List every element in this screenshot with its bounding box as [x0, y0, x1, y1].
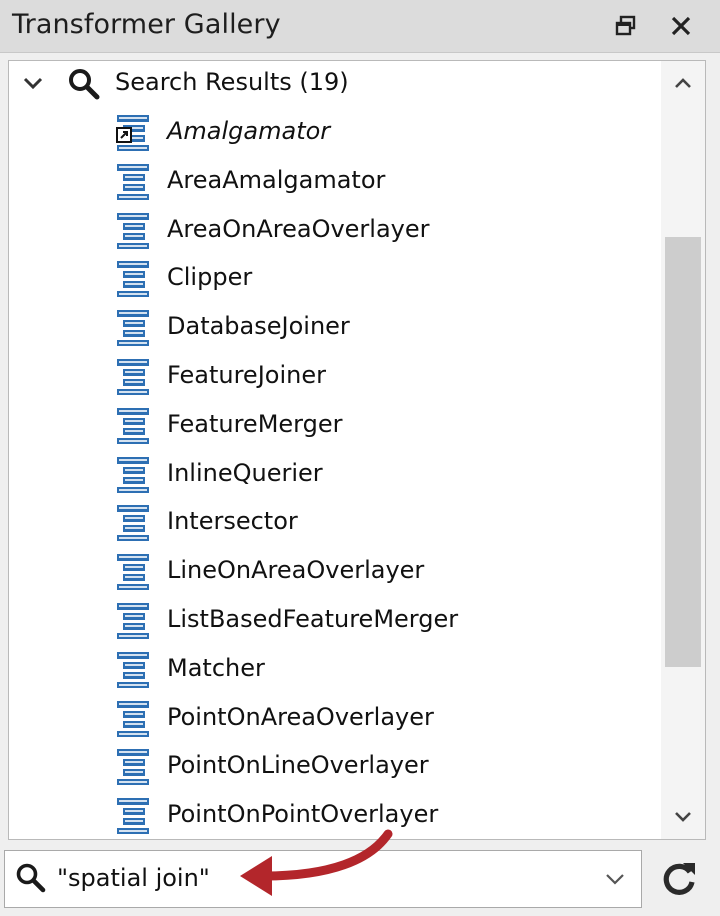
- refresh-icon: [663, 863, 695, 895]
- tree-item-label: FeatureJoiner: [167, 361, 326, 389]
- tree-item-label: PointOnLineOverlayer: [167, 751, 429, 780]
- tree-group-search-results[interactable]: Search Results (19): [9, 61, 661, 105]
- tree-item-label: PointOnPointOverlayer: [167, 800, 439, 829]
- chevron-down-icon[interactable]: [21, 71, 45, 95]
- float-panel-button[interactable]: [608, 8, 644, 44]
- tree-item[interactable]: Clipper: [9, 255, 661, 299]
- gallery-search-combobox[interactable]: [4, 850, 642, 908]
- tree-item[interactable]: PointOnPointOverlayer: [9, 792, 661, 836]
- tree-item[interactable]: PointOnLineOverlayer: [9, 743, 661, 787]
- tree-item[interactable]: PointOnAreaOverlayer: [9, 695, 661, 739]
- chevron-down-icon: [606, 874, 624, 885]
- transformer-icon: [117, 261, 149, 298]
- scroll-down-button[interactable]: [661, 795, 705, 839]
- panel-titlebar: Transformer Gallery: [0, 0, 720, 53]
- tree-item[interactable]: AreaAmalgamator: [9, 158, 661, 202]
- custom-transformer-icon: [116, 115, 149, 151]
- transformer-icon: [117, 407, 149, 444]
- transformer-icon: [117, 456, 149, 493]
- tree-list: Search Results (19) Amalgamator AreaAmalg…: [9, 61, 661, 839]
- tree-item[interactable]: LineOnAreaOverlayer: [9, 548, 661, 592]
- tree-item-label: ListBasedFeatureMerger: [167, 605, 459, 633]
- search-results-label: Search Results (19): [115, 68, 349, 96]
- transformer-icon: [117, 798, 149, 835]
- transformer-icon: [117, 505, 149, 542]
- tree-item[interactable]: InlineQuerier: [9, 451, 661, 495]
- tree-item-label: DatabaseJoiner: [167, 312, 350, 341]
- tree-item-label: AreaOnAreaOverlayer: [167, 214, 430, 243]
- tree-item[interactable]: FeatureMerger: [9, 402, 661, 446]
- search-results-tree: Search Results (19) Amalgamator AreaAmalg…: [8, 60, 706, 840]
- close-panel-button[interactable]: [663, 8, 699, 44]
- transformer-icon: [117, 651, 149, 688]
- transformer-icon: [117, 603, 149, 639]
- tree-item-label: LineOnAreaOverlayer: [167, 556, 425, 585]
- chevron-up-icon: [675, 78, 691, 88]
- tree-item-label: Intersector: [167, 507, 298, 536]
- scrollbar-thumb[interactable]: [665, 237, 701, 667]
- search-icon: [69, 69, 100, 100]
- tree-item-label: InlineQuerier: [167, 458, 323, 487]
- scroll-up-button[interactable]: [661, 61, 705, 105]
- transformer-gallery-panel: Transformer Gallery Search Results (19) …: [0, 0, 720, 916]
- search-history-dropdown[interactable]: [597, 861, 633, 897]
- tree-item[interactable]: ListBasedFeatureMerger: [9, 597, 661, 641]
- chevron-down-icon: [675, 812, 691, 822]
- restore-window-icon: [615, 15, 636, 36]
- search-icon: [16, 863, 46, 893]
- tree-item[interactable]: AreaOnAreaOverlayer: [9, 207, 661, 251]
- search-input[interactable]: [57, 859, 577, 897]
- refresh-button[interactable]: [650, 852, 708, 906]
- tree-item[interactable]: DatabaseJoiner: [9, 304, 661, 348]
- tree-item-label: PointOnAreaOverlayer: [167, 702, 434, 731]
- transformer-icon: [117, 310, 149, 347]
- tree-item[interactable]: Amalgamator: [9, 109, 661, 153]
- panel-title: Transformer Gallery: [12, 9, 281, 40]
- transformer-icon: [117, 212, 149, 249]
- tree-item-label: Clipper: [167, 263, 253, 292]
- tree-item-label: Amalgamator: [167, 117, 331, 145]
- transformer-icon: [117, 359, 149, 395]
- transformer-icon: [117, 163, 149, 200]
- tree-item-label: Matcher: [167, 653, 265, 682]
- transformer-icon: [117, 554, 149, 591]
- vertical-scrollbar[interactable]: [661, 61, 705, 839]
- tree-item-label: FeatureMerger: [167, 409, 343, 438]
- transformer-icon: [117, 749, 149, 786]
- tree-item[interactable]: FeatureJoiner: [9, 353, 661, 397]
- tree-item-label: AreaAmalgamator: [167, 165, 386, 194]
- tree-item[interactable]: Intersector: [9, 499, 661, 543]
- transformer-icon: [117, 700, 149, 737]
- close-icon: [671, 16, 691, 36]
- tree-item[interactable]: Matcher: [9, 646, 661, 690]
